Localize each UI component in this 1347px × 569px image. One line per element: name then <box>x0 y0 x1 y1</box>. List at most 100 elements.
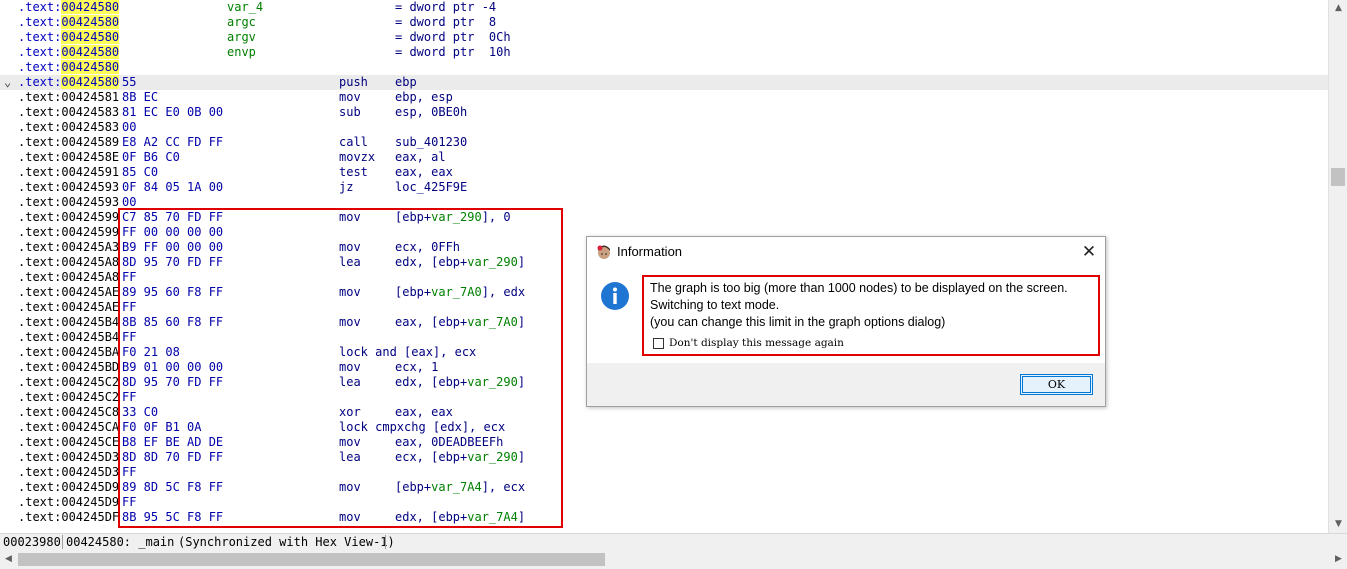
operand-variable[interactable]: var_7A0 <box>431 285 482 299</box>
operand-variable[interactable]: var_290 <box>467 255 518 269</box>
instruction-operands[interactable]: edx, [ebp+var_7A4] <box>395 510 525 525</box>
instruction-operands[interactable]: ebp, esp <box>395 90 453 105</box>
vertical-scroll-thumb[interactable] <box>1331 168 1345 186</box>
listing-row[interactable]: .text:004245CA F0 0F B1 0A lock cmpxchg [e… <box>0 420 1328 435</box>
listing-row[interactable]: .text:00424583 00 <box>0 120 1328 135</box>
operand-variable[interactable]: var_290 <box>431 210 482 224</box>
row-address[interactable]: .text:00424599 <box>18 225 119 240</box>
listing-row[interactable]: .text:00424593 0F 84 05 1A 00 jz loc_425F9E <box>0 180 1328 195</box>
row-address[interactable]: .text:00424580 <box>18 75 120 90</box>
row-address[interactable]: .text:004245A8 <box>18 255 119 270</box>
instruction-operands[interactable]: eax, al <box>395 150 446 165</box>
row-address[interactable]: .text:004245CE <box>18 435 119 450</box>
row-address[interactable]: .text:00424580 <box>18 15 120 30</box>
instruction-operands[interactable]: eax, eax <box>395 165 453 180</box>
listing-row[interactable]: .text:004245CE B8 EF BE AD DE mov eax, 0DEA… <box>0 435 1328 450</box>
instruction-operands[interactable]: = dword ptr 8 <box>395 15 496 30</box>
listing-row[interactable]: .text:0042458E 0F B6 C0 movzx eax, al <box>0 150 1328 165</box>
instruction-operands[interactable]: [ebp+var_7A4], ecx <box>395 480 525 495</box>
row-address[interactable]: .text:004245A8 <box>18 270 119 285</box>
scroll-up-icon[interactable]: ▲ <box>1329 0 1347 17</box>
fold-chevron-icon[interactable]: ⌄ <box>4 75 11 90</box>
operand-variable[interactable]: var_7A0 <box>467 315 518 329</box>
listing-row[interactable]: .text:00424581 8B EC mov ebp, esp <box>0 90 1328 105</box>
operand-variable[interactable]: var_290 <box>467 375 518 389</box>
row-address[interactable]: .text:00424593 <box>18 180 119 195</box>
row-address[interactable]: .text:00424580 <box>18 60 120 75</box>
instruction-operands[interactable]: ecx, 1 <box>395 360 438 375</box>
instruction-operands[interactable]: ecx, [ebp+var_290] <box>395 450 525 465</box>
listing-row[interactable]: .text:004245D3 8D 8D 70 FD FF lea ecx, [ebp… <box>0 450 1328 465</box>
row-address[interactable]: .text:004245C8 <box>18 405 119 420</box>
listing-row[interactable]: .text:00424589 E8 A2 CC FD FF call sub_4012… <box>0 135 1328 150</box>
vertical-scrollbar[interactable]: ▲ ▼ <box>1328 0 1347 533</box>
row-address[interactable]: .text:004245C2 <box>18 375 119 390</box>
close-icon[interactable]: ✕ <box>1075 239 1103 265</box>
row-address[interactable]: .text:00424591 <box>18 165 119 180</box>
listing-row[interactable]: .text:00424583 81 EC E0 0B 00 sub esp, 0BE0… <box>0 105 1328 120</box>
instruction-operands[interactable]: ebp <box>395 75 417 90</box>
row-address[interactable]: .text:00424580 <box>18 0 120 15</box>
listing-row[interactable]: .text:00424580 envp = dword ptr 10h <box>0 45 1328 60</box>
operand-variable[interactable]: var_7A4 <box>467 510 518 524</box>
instruction-operands[interactable]: eax, 0DEADBEEFh <box>395 435 503 450</box>
listing-row[interactable]: .text:00424580 <box>0 60 1328 75</box>
instruction-operands[interactable]: edx, [ebp+var_290] <box>395 255 525 270</box>
instruction-operands[interactable]: sub_401230 <box>395 135 467 150</box>
row-address[interactable]: .text:004245AE <box>18 300 119 315</box>
row-address[interactable]: .text:004245BD <box>18 360 119 375</box>
row-address[interactable]: .text:00424580 <box>18 30 120 45</box>
row-address[interactable]: .text:004245B4 <box>18 315 119 330</box>
listing-row[interactable]: .text:00424580 argv = dword ptr 0Ch <box>0 30 1328 45</box>
row-address[interactable]: .text:00424581 <box>18 90 119 105</box>
row-address[interactable]: .text:004245CA <box>18 420 119 435</box>
listing-row[interactable]: .text:004245D3 FF <box>0 465 1328 480</box>
listing-row[interactable]: .text:004245DF 8B 95 5C F8 FF mov edx, [ebp… <box>0 510 1328 525</box>
operand-variable[interactable]: var_7A4 <box>431 480 482 494</box>
row-address[interactable]: .text:004245BA <box>18 345 119 360</box>
operand-variable[interactable]: var_290 <box>467 450 518 464</box>
scroll-down-icon[interactable]: ▼ <box>1329 516 1347 533</box>
listing-row[interactable]: ⌄ .text:00424580 55 push ebp <box>0 75 1328 90</box>
row-address[interactable]: .text:004245D9 <box>18 480 119 495</box>
dont-display-checkbox[interactable] <box>653 338 664 349</box>
listing-row[interactable]: .text:004245C8 33 C0 xor eax, eax <box>0 405 1328 420</box>
listing-row[interactable]: .text:00424591 85 C0 test eax, eax <box>0 165 1328 180</box>
listing-row[interactable]: .text:00424593 00 <box>0 195 1328 210</box>
listing-row[interactable]: .text:004245D9 FF <box>0 495 1328 510</box>
row-address[interactable]: .text:004245AE <box>18 285 119 300</box>
row-address[interactable]: .text:0042458E <box>18 150 119 165</box>
row-address[interactable]: .text:004245D3 <box>18 465 119 480</box>
row-address[interactable]: .text:004245DF <box>18 510 119 525</box>
row-address[interactable]: .text:00424583 <box>18 105 119 120</box>
row-address[interactable]: .text:00424589 <box>18 135 119 150</box>
instruction-operands[interactable]: edx, [ebp+var_290] <box>395 375 525 390</box>
row-address[interactable]: .text:00424583 <box>18 120 119 135</box>
listing-row[interactable]: .text:00424580 var_4 = dword ptr -4 <box>0 0 1328 15</box>
scroll-left-icon[interactable]: ◀ <box>0 550 17 569</box>
listing-row[interactable]: .text:004245D9 89 8D 5C F8 FF mov [ebp+var_… <box>0 480 1328 495</box>
instruction-operands[interactable]: eax, [ebp+var_7A0] <box>395 315 525 330</box>
instruction-operands[interactable]: loc_425F9E <box>395 180 467 195</box>
dialog-title-bar[interactable]: Information ✕ <box>587 237 1105 267</box>
instruction-operands[interactable]: ecx, 0FFh <box>395 240 460 255</box>
listing-row[interactable]: .text:00424599 C7 85 70 FD FF mov [ebp+var_… <box>0 210 1328 225</box>
listing-row[interactable]: .text:00424580 argc = dword ptr 8 <box>0 15 1328 30</box>
row-address[interactable]: .text:00424580 <box>18 45 120 60</box>
row-address[interactable]: .text:00424599 <box>18 210 119 225</box>
instruction-operands[interactable]: esp, 0BE0h <box>395 105 467 120</box>
row-address[interactable]: .text:004245D9 <box>18 495 119 510</box>
horizontal-scroll-thumb[interactable] <box>18 553 605 566</box>
instruction-operands[interactable]: eax, eax <box>395 405 453 420</box>
row-address[interactable]: .text:004245B4 <box>18 330 119 345</box>
dont-display-checkbox-label[interactable]: Don't display this message again <box>669 337 844 349</box>
horizontal-scrollbar[interactable]: ◀ ▶ <box>0 550 1347 569</box>
instruction-operands[interactable]: [ebp+var_7A0], edx <box>395 285 525 300</box>
instruction-operands[interactable]: [ebp+var_290], 0 <box>395 210 511 225</box>
instruction-operands[interactable]: = dword ptr -4 <box>395 0 496 15</box>
instruction-operands[interactable]: = dword ptr 10h <box>395 45 511 60</box>
row-address[interactable]: .text:00424593 <box>18 195 119 210</box>
row-address[interactable]: .text:004245A3 <box>18 240 119 255</box>
instruction-operands[interactable]: = dword ptr 0Ch <box>395 30 511 45</box>
row-address[interactable]: .text:004245D3 <box>18 450 119 465</box>
